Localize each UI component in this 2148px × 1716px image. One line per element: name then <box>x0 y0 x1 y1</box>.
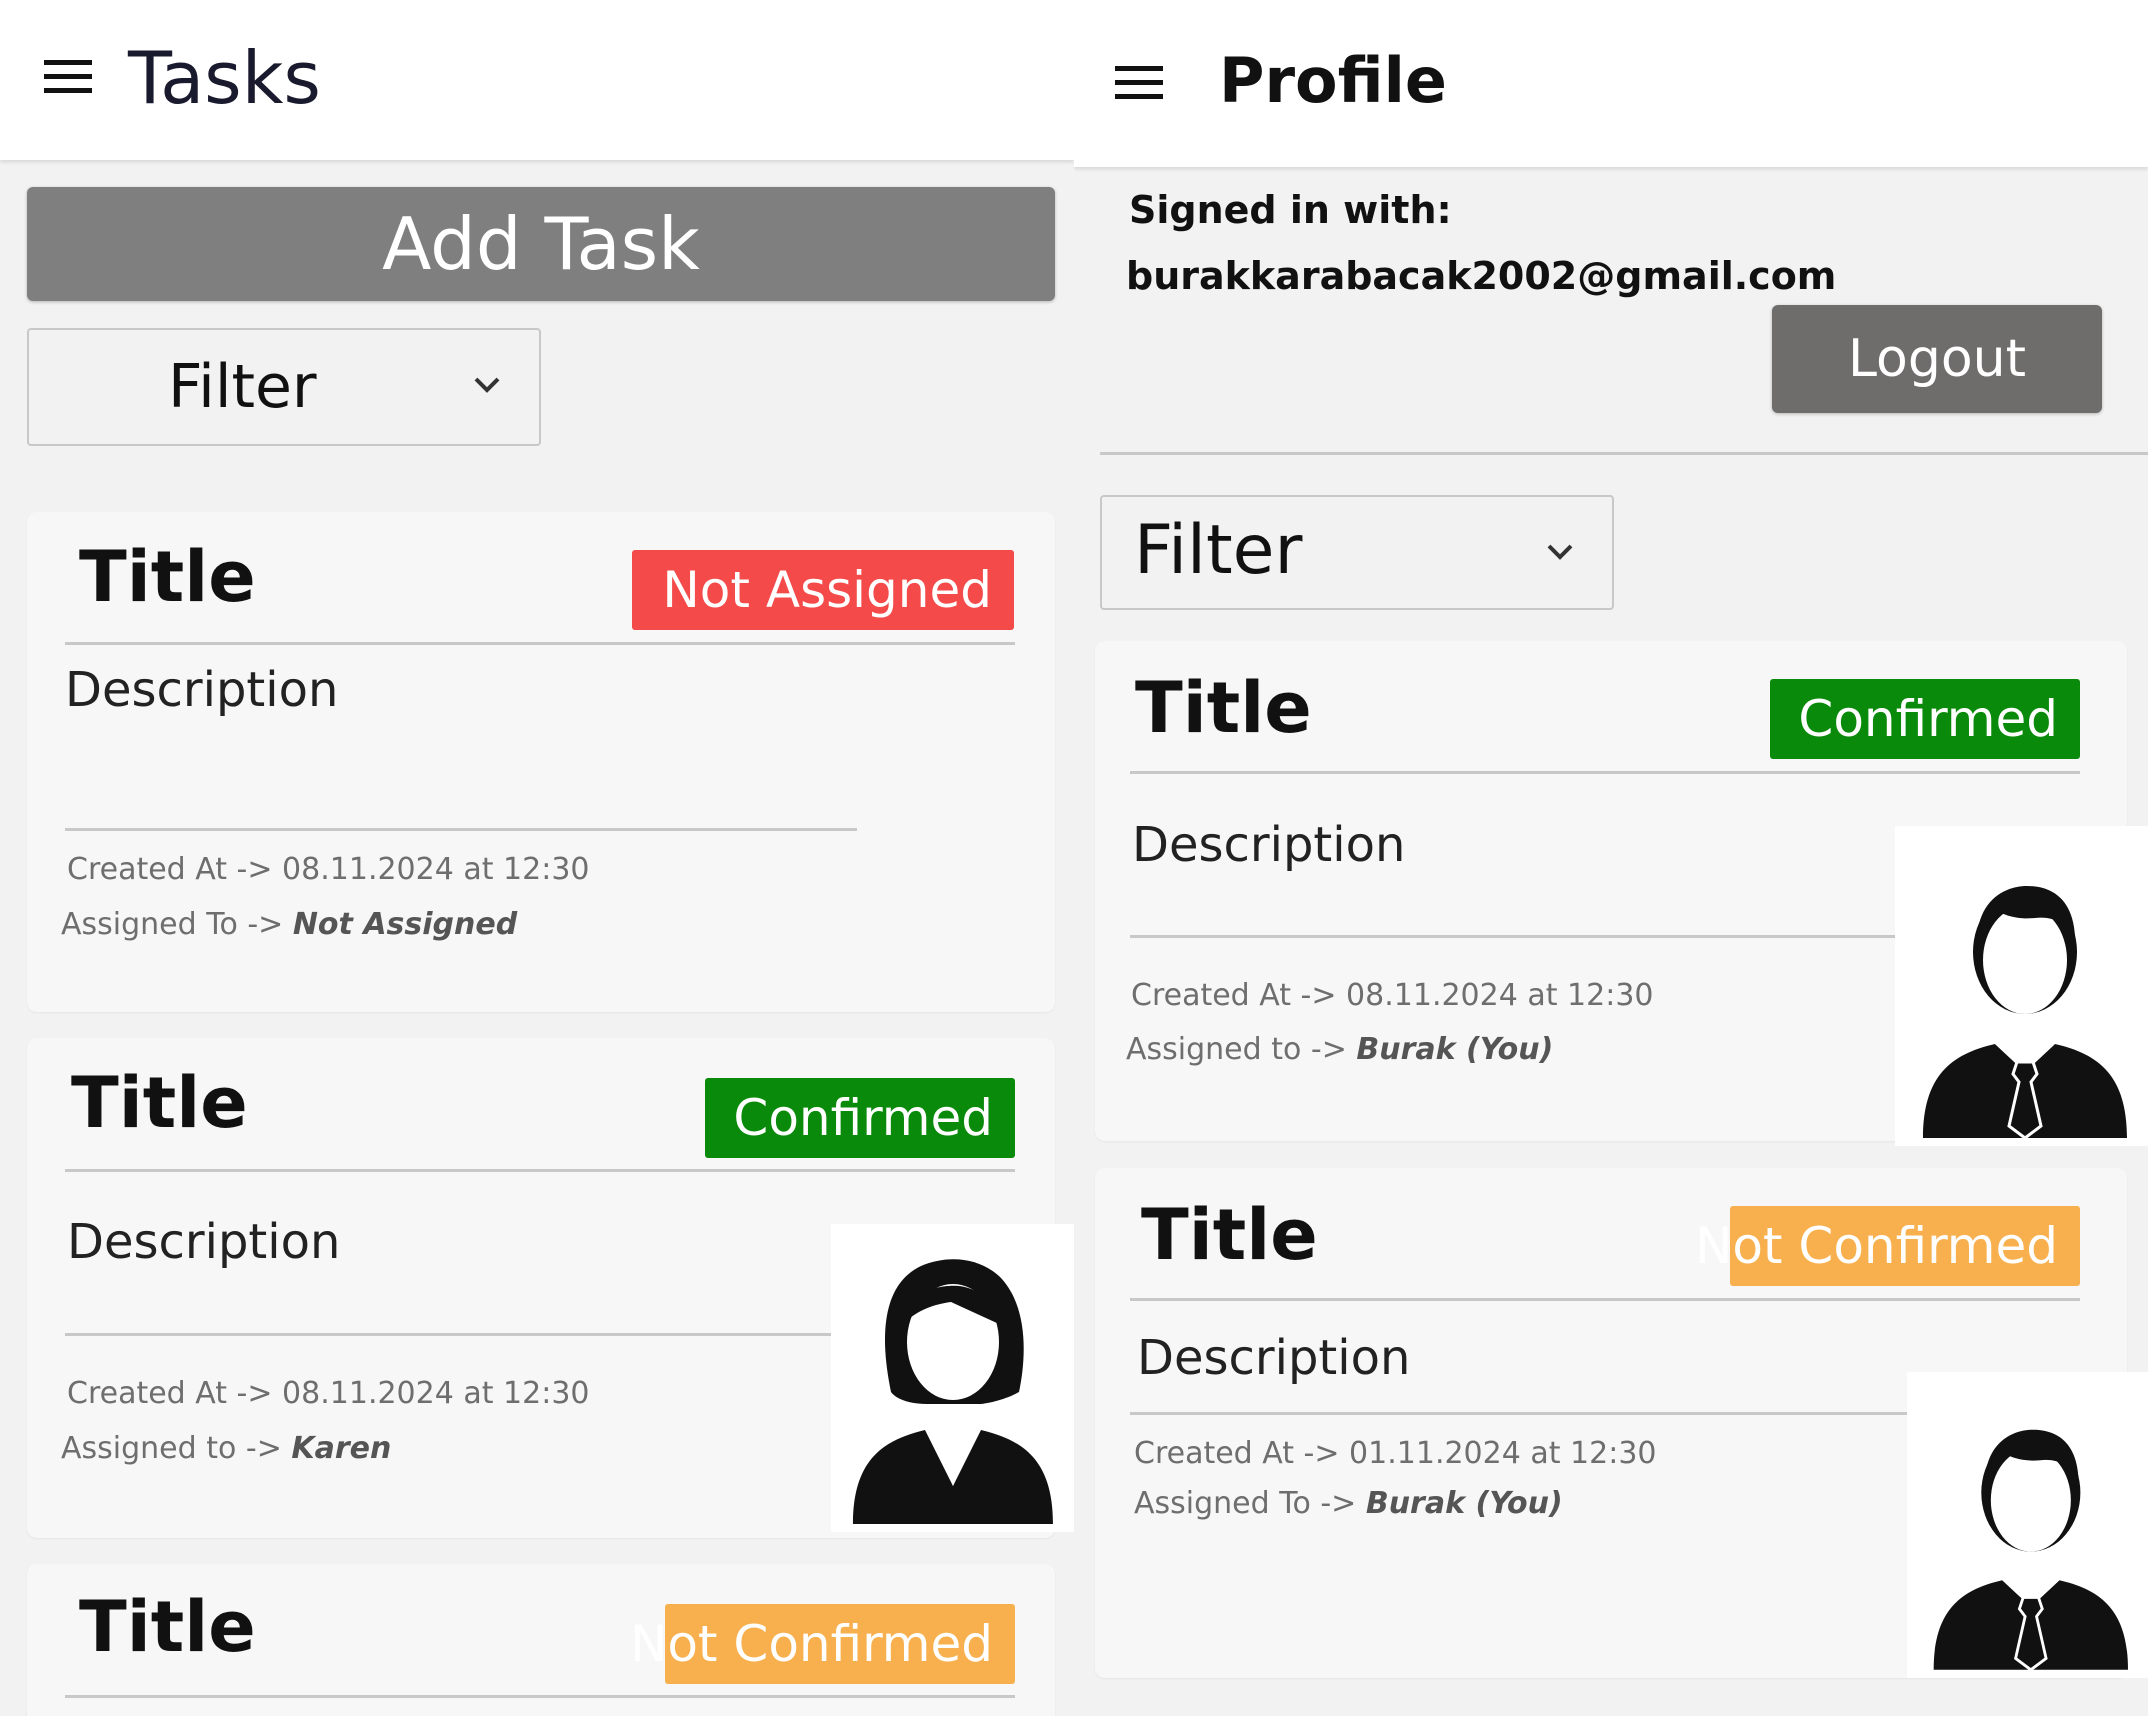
male-avatar-icon <box>1895 826 2148 1146</box>
assigned-to-prefix: Assigned To -> <box>61 907 293 942</box>
created-at-text: Created At -> 08.11.2024 at 12:30 <box>67 1376 590 1411</box>
assignee-name: Burak (You) <box>1356 1032 1554 1067</box>
title-divider <box>1130 771 2080 774</box>
task-title: Title <box>79 1586 256 1668</box>
assignee-name: Not Assigned <box>292 907 518 942</box>
task-description: Description <box>1137 1330 1411 1386</box>
male-avatar-icon <box>1907 1372 2148 1678</box>
status-badge: Not Confirmed <box>1695 1206 2080 1286</box>
filter-dropdown[interactable]: Filter <box>27 328 541 446</box>
section-divider <box>1100 452 2148 455</box>
status-badge: Not Assigned <box>632 550 1014 630</box>
description-divider <box>65 828 857 831</box>
page-title: Tasks <box>128 36 321 120</box>
created-at-text: Created At -> 01.11.2024 at 12:30 <box>1134 1436 1657 1471</box>
add-task-button[interactable]: Add Task <box>27 187 1055 301</box>
assigned-to-text: Assigned To -> Burak (You) <box>1134 1486 1563 1521</box>
description-divider <box>1130 1412 1930 1415</box>
task-title: Title <box>1141 1194 1318 1276</box>
task-title: Title <box>1135 667 1312 749</box>
description-divider <box>1130 935 1920 938</box>
task-description: Description <box>1132 817 1406 873</box>
tasks-screen: Tasks Add Task Filter Title Not Assigned… <box>0 0 1074 1716</box>
status-badge: Confirmed <box>1770 679 2080 759</box>
female-avatar-icon <box>831 1224 1074 1532</box>
logout-button[interactable]: Logout <box>1772 305 2102 413</box>
status-badge: Confirmed <box>705 1078 1015 1158</box>
chevron-down-icon <box>474 377 500 393</box>
created-at-text: Created At -> 08.11.2024 at 12:30 <box>1131 978 1654 1013</box>
task-title: Title <box>79 536 256 618</box>
assigned-to-prefix: Assigned to -> <box>61 1431 292 1466</box>
tasks-app-bar: Tasks <box>0 0 1074 160</box>
assigned-to-text: Assigned to -> Karen <box>61 1431 391 1466</box>
task-title: Title <box>71 1062 248 1144</box>
menu-icon[interactable] <box>44 60 92 94</box>
assigned-to-text: Assigned To -> Not Assigned <box>61 907 517 942</box>
assigned-to-prefix: Assigned To -> <box>1134 1486 1366 1521</box>
title-divider <box>65 1695 1015 1698</box>
assigned-to-prefix: Assigned to -> <box>1126 1032 1357 1067</box>
title-divider <box>1130 1298 2080 1301</box>
title-divider <box>65 642 1015 645</box>
filter-label: Filter <box>168 352 317 422</box>
description-divider <box>65 1333 865 1336</box>
task-card[interactable]: Title Not Assigned Description Created A… <box>27 512 1055 1012</box>
chevron-down-icon <box>1547 544 1573 560</box>
task-description: Description <box>65 662 339 718</box>
profile-screen: Profile Signed in with: burakkarabacak20… <box>1074 0 2148 1716</box>
task-card[interactable]: Title Not Confirmed <box>27 1564 1055 1716</box>
menu-icon[interactable] <box>1115 66 1163 100</box>
assignee-name: Burak (You) <box>1365 1486 1563 1521</box>
filter-dropdown[interactable]: Filter <box>1100 495 1614 610</box>
status-badge: Not Confirmed <box>630 1604 1015 1684</box>
assigned-to-text: Assigned to -> Burak (You) <box>1126 1032 1553 1067</box>
profile-app-bar: Profile <box>1074 0 2148 167</box>
task-description: Description <box>67 1214 341 1270</box>
user-email: burakkarabacak2002@gmail.com <box>1126 254 1837 298</box>
created-at-text: Created At -> 08.11.2024 at 12:30 <box>67 852 590 887</box>
filter-label: Filter <box>1134 511 1303 590</box>
signed-in-label: Signed in with: <box>1129 188 1452 232</box>
page-title: Profile <box>1219 44 1447 117</box>
title-divider <box>65 1169 1015 1172</box>
assignee-name: Karen <box>291 1431 392 1466</box>
